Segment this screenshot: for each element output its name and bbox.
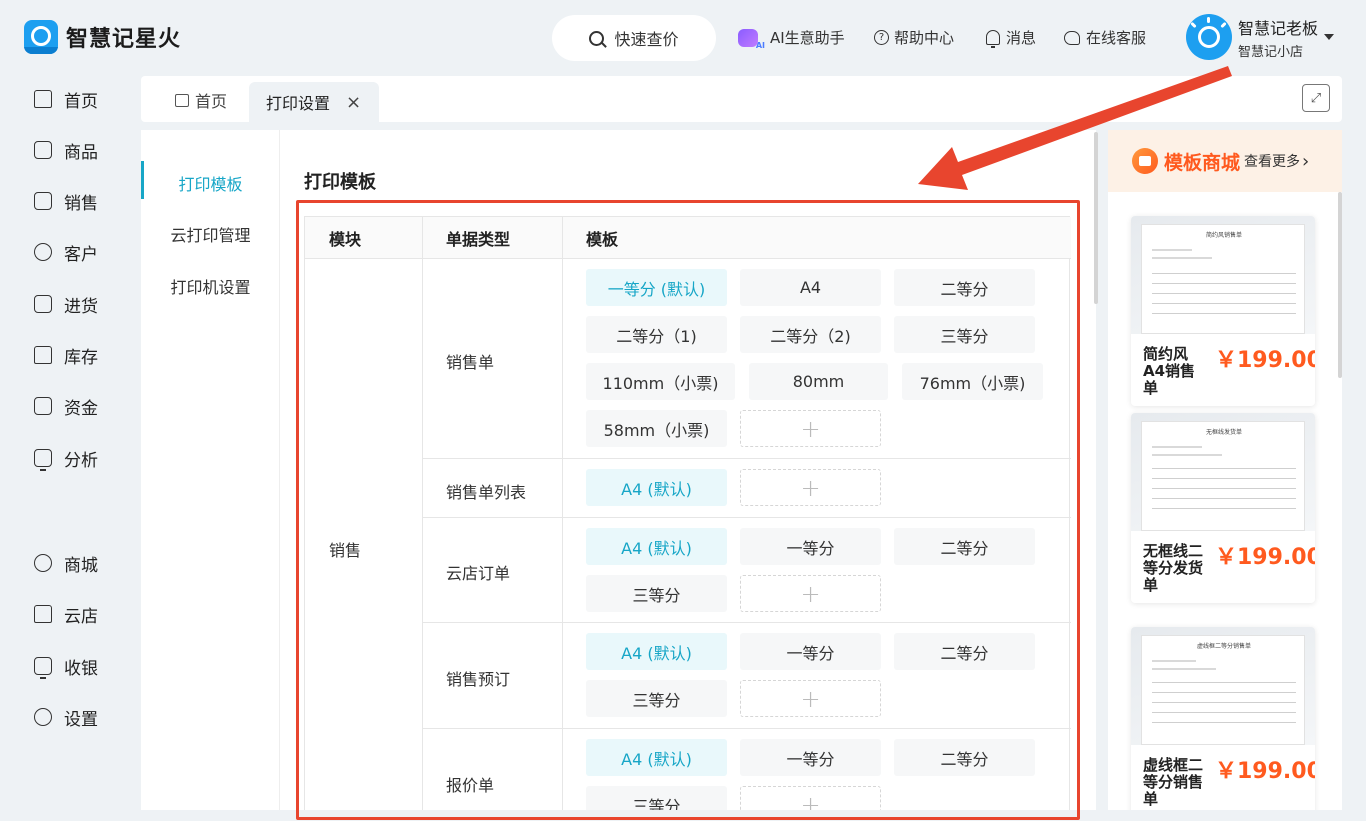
user-menu[interactable]: 智慧记老板 智慧记小店: [1186, 14, 1334, 60]
help-center-link[interactable]: ? 帮助中心: [874, 27, 954, 48]
sidebar-item-sales[interactable]: 销售: [34, 186, 98, 216]
subnav-cloud-print[interactable]: 云打印管理: [141, 222, 280, 246]
template-price: ￥199.00: [1215, 759, 1315, 784]
online-support-label: 在线客服: [1086, 29, 1147, 47]
quick-search-label: 快速查价: [614, 30, 679, 49]
ai-robot-icon: [738, 28, 765, 50]
chevron-down-icon: [1324, 34, 1334, 40]
template-card[interactable]: 虚线框二等分销售单 虚线框二等分销售单 ￥199.00: [1131, 627, 1315, 810]
cloud-shop-icon: [34, 605, 52, 623]
headset-icon: [1064, 30, 1080, 45]
gear-icon: [34, 708, 52, 726]
template-card[interactable]: 简约风销售单 简约风A4销售单 ￥199.00: [1131, 216, 1315, 406]
wallet-icon: [34, 397, 52, 415]
sidebar-item-settings[interactable]: 设置: [34, 702, 98, 732]
shop-name: 智慧记小店: [1238, 44, 1304, 60]
sidebar-item-products[interactable]: 商品: [34, 135, 98, 165]
avatar: [1186, 14, 1232, 60]
subnav-print-templates[interactable]: 打印模板: [141, 161, 280, 199]
clipboard-icon: [34, 192, 52, 210]
view-more-link[interactable]: 查看更多: [1244, 151, 1300, 171]
sidebar-item-cloud-shop[interactable]: 云店: [34, 599, 98, 629]
template-price: ￥199.00: [1215, 545, 1315, 570]
sidebar-item-label: 资金: [64, 398, 98, 419]
subnav-printer-settings[interactable]: 打印机设置: [141, 274, 280, 298]
sidebar-item-label: 销售: [64, 193, 98, 214]
print-subnav: 打印模板 云打印管理 打印机设置: [141, 130, 280, 810]
top-header: 智慧记星火 快速查价 AI生意助手 ? 帮助中心 消息 在线客服 智慧记老板 智…: [0, 0, 1366, 76]
template-thumbnail: 无框线发货单: [1131, 413, 1315, 531]
sidebar-item-analysis[interactable]: 分析: [34, 443, 98, 473]
sidebar-item-label: 分析: [64, 450, 98, 471]
sidebar-item-mall[interactable]: 商城: [34, 548, 98, 578]
sidebar-item-purchase[interactable]: 进货: [34, 289, 98, 319]
shop-bag-icon: [1132, 148, 1158, 174]
highlight-box: [296, 200, 1080, 820]
logo-icon: [24, 20, 58, 54]
fullscreen-button[interactable]: ⤢: [1302, 84, 1330, 112]
template-mall-panel: 模板商城 查看更多 › 简约风销售单 简约风A4销售单 ￥199.00 无框线发…: [1108, 130, 1342, 810]
home-icon: [34, 90, 52, 108]
sidebar-item-label: 收银: [64, 658, 98, 679]
chevron-right-icon[interactable]: ›: [1302, 151, 1309, 172]
template-thumbnail: 简约风销售单: [1131, 216, 1315, 334]
tab-home[interactable]: 首页: [175, 88, 227, 112]
template-card[interactable]: 无框线发货单 无框线二等分发货单 ￥199.00: [1131, 413, 1315, 603]
close-icon[interactable]: ×: [346, 92, 361, 113]
sidebar-item-label: 商品: [64, 142, 98, 163]
online-support-link[interactable]: 在线客服: [1064, 27, 1146, 48]
template-thumbnail: 虚线框二等分销售单: [1131, 627, 1315, 745]
thumbnail-title: 简约风销售单: [1205, 232, 1242, 239]
chart-icon: [34, 449, 52, 471]
warehouse-icon: [34, 346, 52, 364]
mall-scrollbar[interactable]: [1338, 192, 1342, 378]
template-name: 简约风A4销售单: [1143, 345, 1196, 397]
expand-icon: ⤢: [1310, 90, 1322, 106]
thumbnail-title: 虚线框二等分销售单: [1196, 643, 1251, 650]
tab-print-settings-label: 打印设置: [266, 94, 331, 113]
ai-assistant-label: AI生意助手: [770, 29, 845, 47]
quick-price-search-button[interactable]: 快速查价: [552, 15, 716, 61]
sidebar-item-label: 商城: [64, 555, 98, 576]
help-center-label: 帮助中心: [894, 29, 955, 47]
sidebar-item-label: 库存: [64, 347, 98, 368]
app-logo[interactable]: 智慧记星火: [24, 20, 181, 54]
sidebar-item-funds[interactable]: 资金: [34, 391, 98, 421]
inbox-icon: [34, 295, 52, 313]
template-price: ￥199.00: [1215, 348, 1315, 373]
sidebar-item-label: 首页: [64, 91, 98, 112]
main-scrollbar[interactable]: [1094, 132, 1098, 304]
app-title: 智慧记星火: [66, 27, 182, 52]
sidebar-item-home[interactable]: 首页: [34, 84, 98, 114]
sidebar-item-label: 设置: [64, 709, 98, 730]
page-title: 打印模板: [304, 172, 376, 193]
sidebar-item-inventory[interactable]: 库存: [34, 340, 98, 370]
store-icon: [34, 554, 52, 572]
template-mall-title: 模板商城: [1164, 151, 1241, 174]
sidebar-item-label: 进货: [64, 296, 98, 317]
sidebar-item-customers[interactable]: 客户: [34, 237, 98, 267]
messages-label: 消息: [1006, 29, 1037, 47]
template-mall-header: 模板商城 查看更多 ›: [1108, 130, 1342, 192]
sidebar-item-label: 客户: [64, 244, 98, 265]
cashier-icon: [34, 657, 52, 679]
tab-print-settings[interactable]: 打印设置 ×: [249, 82, 379, 122]
sidebar-item-cashier[interactable]: 收银: [34, 651, 98, 681]
sidebar-item-label: 云店: [64, 606, 98, 627]
ai-assistant-link[interactable]: AI生意助手: [738, 27, 845, 50]
user-name: 智慧记老板: [1238, 18, 1319, 38]
template-name: 无框线二等分发货单: [1143, 542, 1204, 594]
bell-icon: [986, 30, 1000, 48]
bag-icon: [34, 141, 52, 159]
tab-home-label: 首页: [195, 92, 228, 111]
messages-link[interactable]: 消息: [986, 27, 1036, 48]
template-name: 虚线框二等分销售单: [1143, 756, 1204, 808]
thumbnail-title: 无框线发货单: [1205, 429, 1242, 436]
home-icon: [175, 93, 189, 107]
question-circle-icon: ?: [874, 30, 889, 45]
search-icon: [589, 30, 605, 46]
user-icon: [34, 243, 52, 261]
tabs-bar: 首页 打印设置 × ⤢: [141, 76, 1342, 122]
